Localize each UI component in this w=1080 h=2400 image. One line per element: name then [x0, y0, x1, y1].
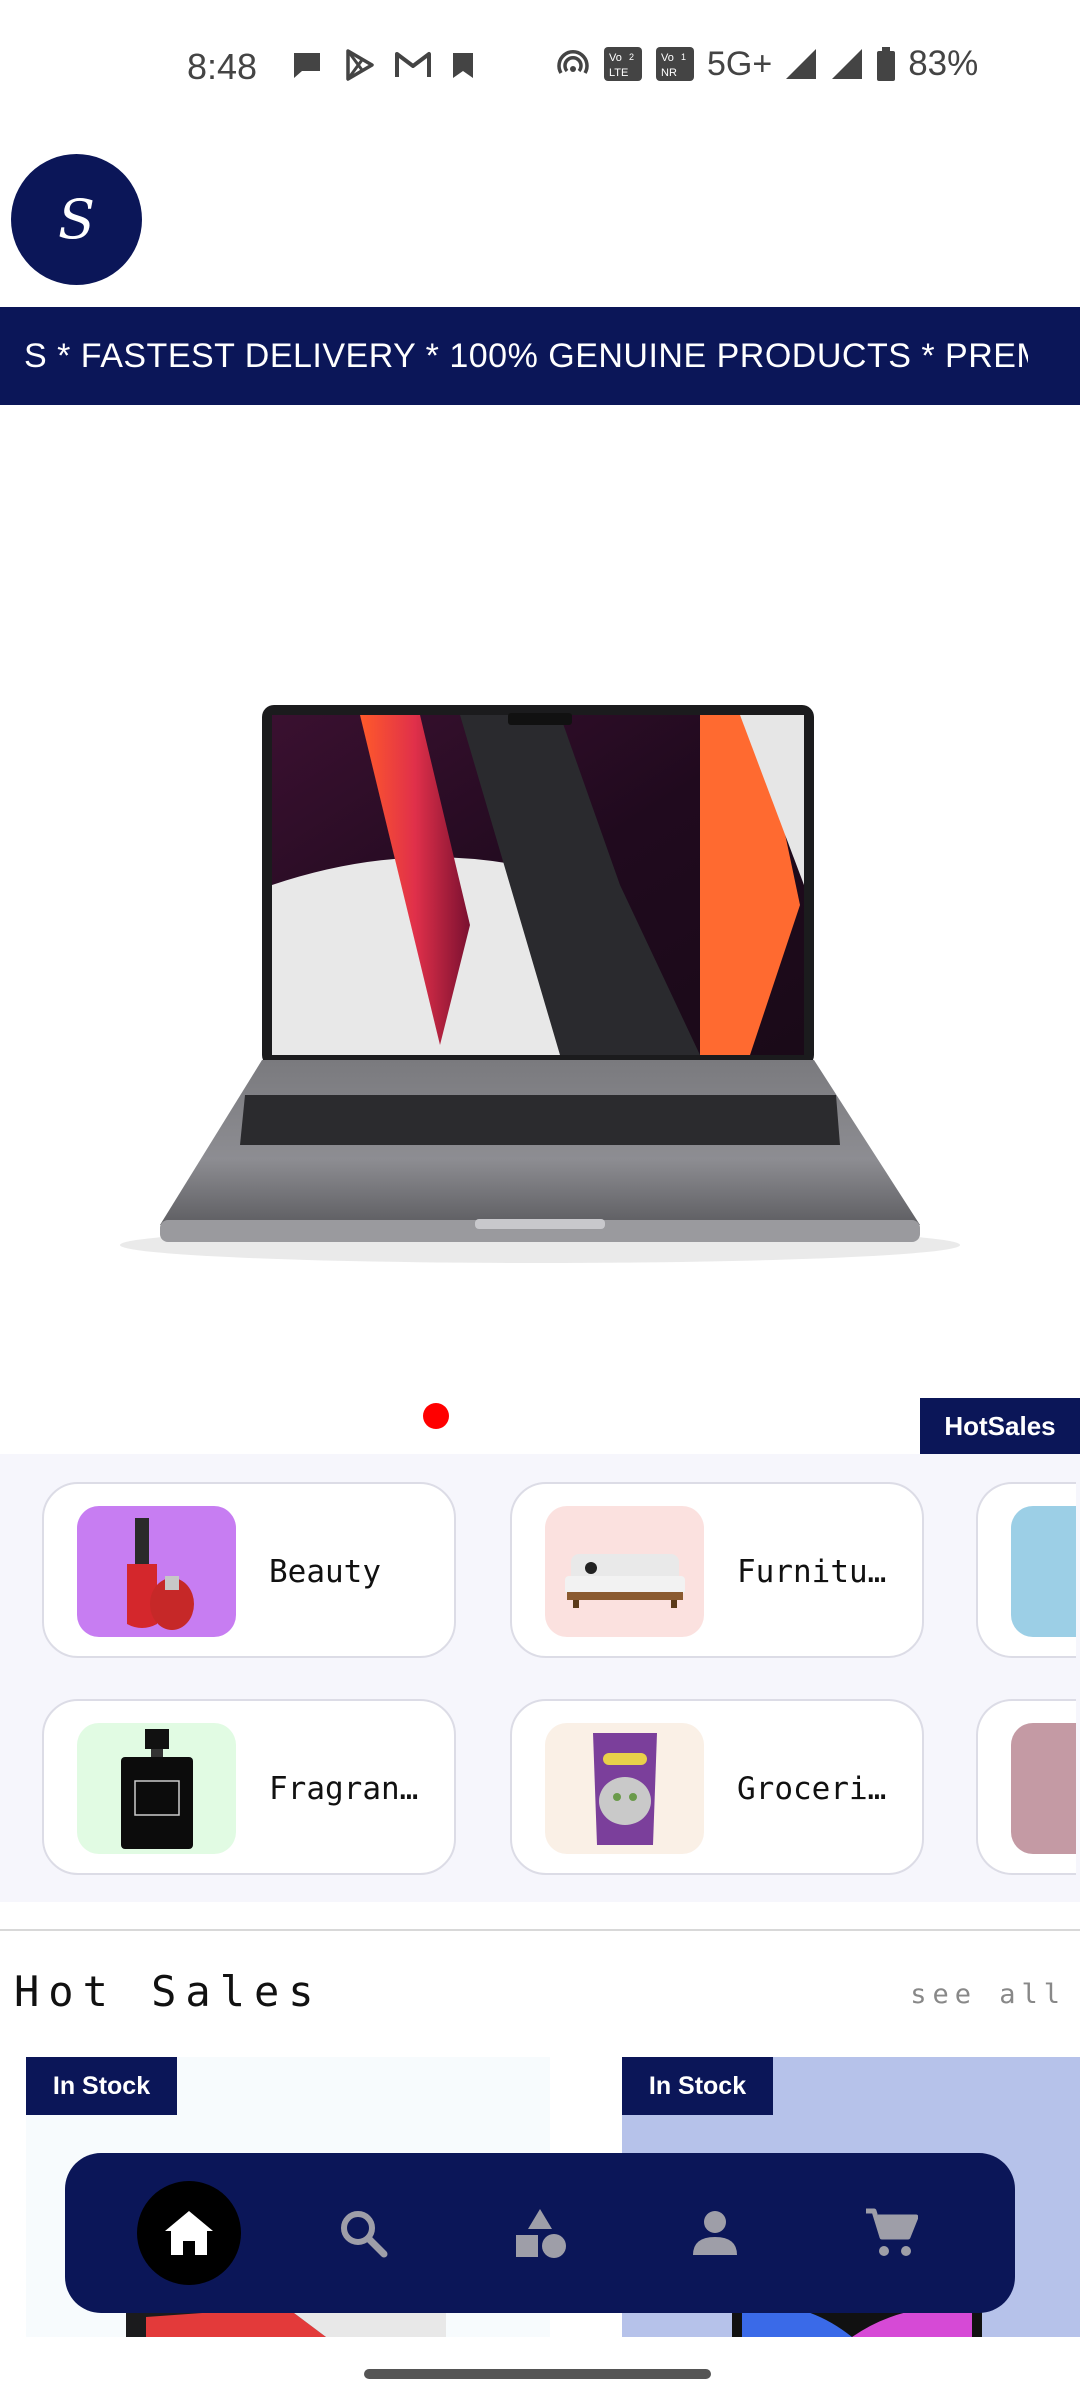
- cat-food-image: [545, 1723, 704, 1854]
- laptop-image: [120, 705, 960, 1263]
- nav-categories[interactable]: [489, 2181, 593, 2285]
- marquee-text: S * FASTEST DELIVERY * 100% GENUINE PROD…: [24, 337, 1046, 375]
- category-thumb: [1011, 1506, 1076, 1637]
- chat-bubble-icon: [294, 53, 320, 78]
- category-thumb: [1011, 1723, 1076, 1854]
- vonr-icon: Vo 1 NR: [656, 47, 694, 81]
- category-card-partial[interactable]: [976, 1699, 1076, 1875]
- see-all-link[interactable]: see all: [910, 1979, 1066, 2010]
- category-label: Groceri…: [737, 1771, 887, 1807]
- logo-letter: S: [58, 188, 95, 251]
- svg-text:2: 2: [629, 52, 634, 62]
- category-card-beauty[interactable]: Beauty: [42, 1482, 456, 1658]
- volte-icon: Vo 2LTE: [604, 47, 642, 81]
- carousel-dot-active[interactable]: [423, 1403, 449, 1429]
- nav-home[interactable]: [137, 2181, 241, 2285]
- perfume-image: [77, 1723, 236, 1854]
- network-type: 5G+: [707, 44, 773, 83]
- play-store-icon: [346, 49, 374, 81]
- category-card-partial[interactable]: [976, 1482, 1076, 1658]
- promo-marquee: S * FASTEST DELIVERY * 100% GENUINE PROD…: [0, 307, 1080, 405]
- svg-text:Vo: Vo: [661, 52, 674, 64]
- sofa-image: [545, 1506, 704, 1637]
- home-icon: [165, 2211, 213, 2255]
- hot-sales-tag: HotSales: [920, 1398, 1080, 1454]
- nail-polish-image: [77, 1506, 236, 1637]
- svg-text:NR: NR: [661, 67, 677, 79]
- bookmark-icon: [453, 53, 473, 78]
- section-divider: [0, 1929, 1080, 1931]
- battery-icon: [877, 47, 896, 81]
- gesture-bar[interactable]: [364, 2369, 711, 2379]
- battery-percent: 83%: [908, 44, 979, 83]
- category-card-furniture[interactable]: Furnitu…: [510, 1482, 924, 1658]
- profile-icon: [693, 2211, 737, 2255]
- svg-text:LTE: LTE: [609, 67, 628, 79]
- bottom-navigation: [65, 2153, 1015, 2313]
- hero-banner[interactable]: [0, 405, 1080, 1453]
- categories-icon: [516, 2209, 566, 2258]
- gmail-icon: [395, 52, 431, 77]
- svg-text:Vo: Vo: [609, 52, 622, 64]
- in-stock-badge: In Stock: [26, 2057, 177, 2115]
- status-bar: 8:48 Vo 2 LTE Vo 1 NR 5G+ 83%: [0, 0, 1080, 135]
- signal-icon: [832, 49, 863, 79]
- nav-cart[interactable]: [839, 2181, 943, 2285]
- nav-search[interactable]: [311, 2181, 415, 2285]
- search-icon: [341, 2211, 388, 2258]
- category-label: Furnitu…: [737, 1554, 887, 1590]
- svg-text:1: 1: [681, 52, 686, 62]
- hot-sales-title: Hot Sales: [14, 1967, 323, 2016]
- cart-icon: [866, 2208, 918, 2256]
- status-time: 8:48: [187, 46, 258, 87]
- categories-section: Beauty Furnitu… Fragran… Groceri…: [0, 1454, 1080, 1902]
- app-logo[interactable]: S: [11, 154, 142, 285]
- in-stock-badge: In Stock: [622, 2057, 773, 2115]
- category-card-groceries[interactable]: Groceri…: [510, 1699, 924, 1875]
- category-card-fragrances[interactable]: Fragran…: [42, 1699, 456, 1875]
- category-label: Fragran…: [269, 1771, 419, 1807]
- nav-profile[interactable]: [663, 2181, 767, 2285]
- category-label: Beauty: [269, 1554, 381, 1590]
- signal-icon: [786, 49, 817, 79]
- hotspot-icon: [557, 50, 589, 74]
